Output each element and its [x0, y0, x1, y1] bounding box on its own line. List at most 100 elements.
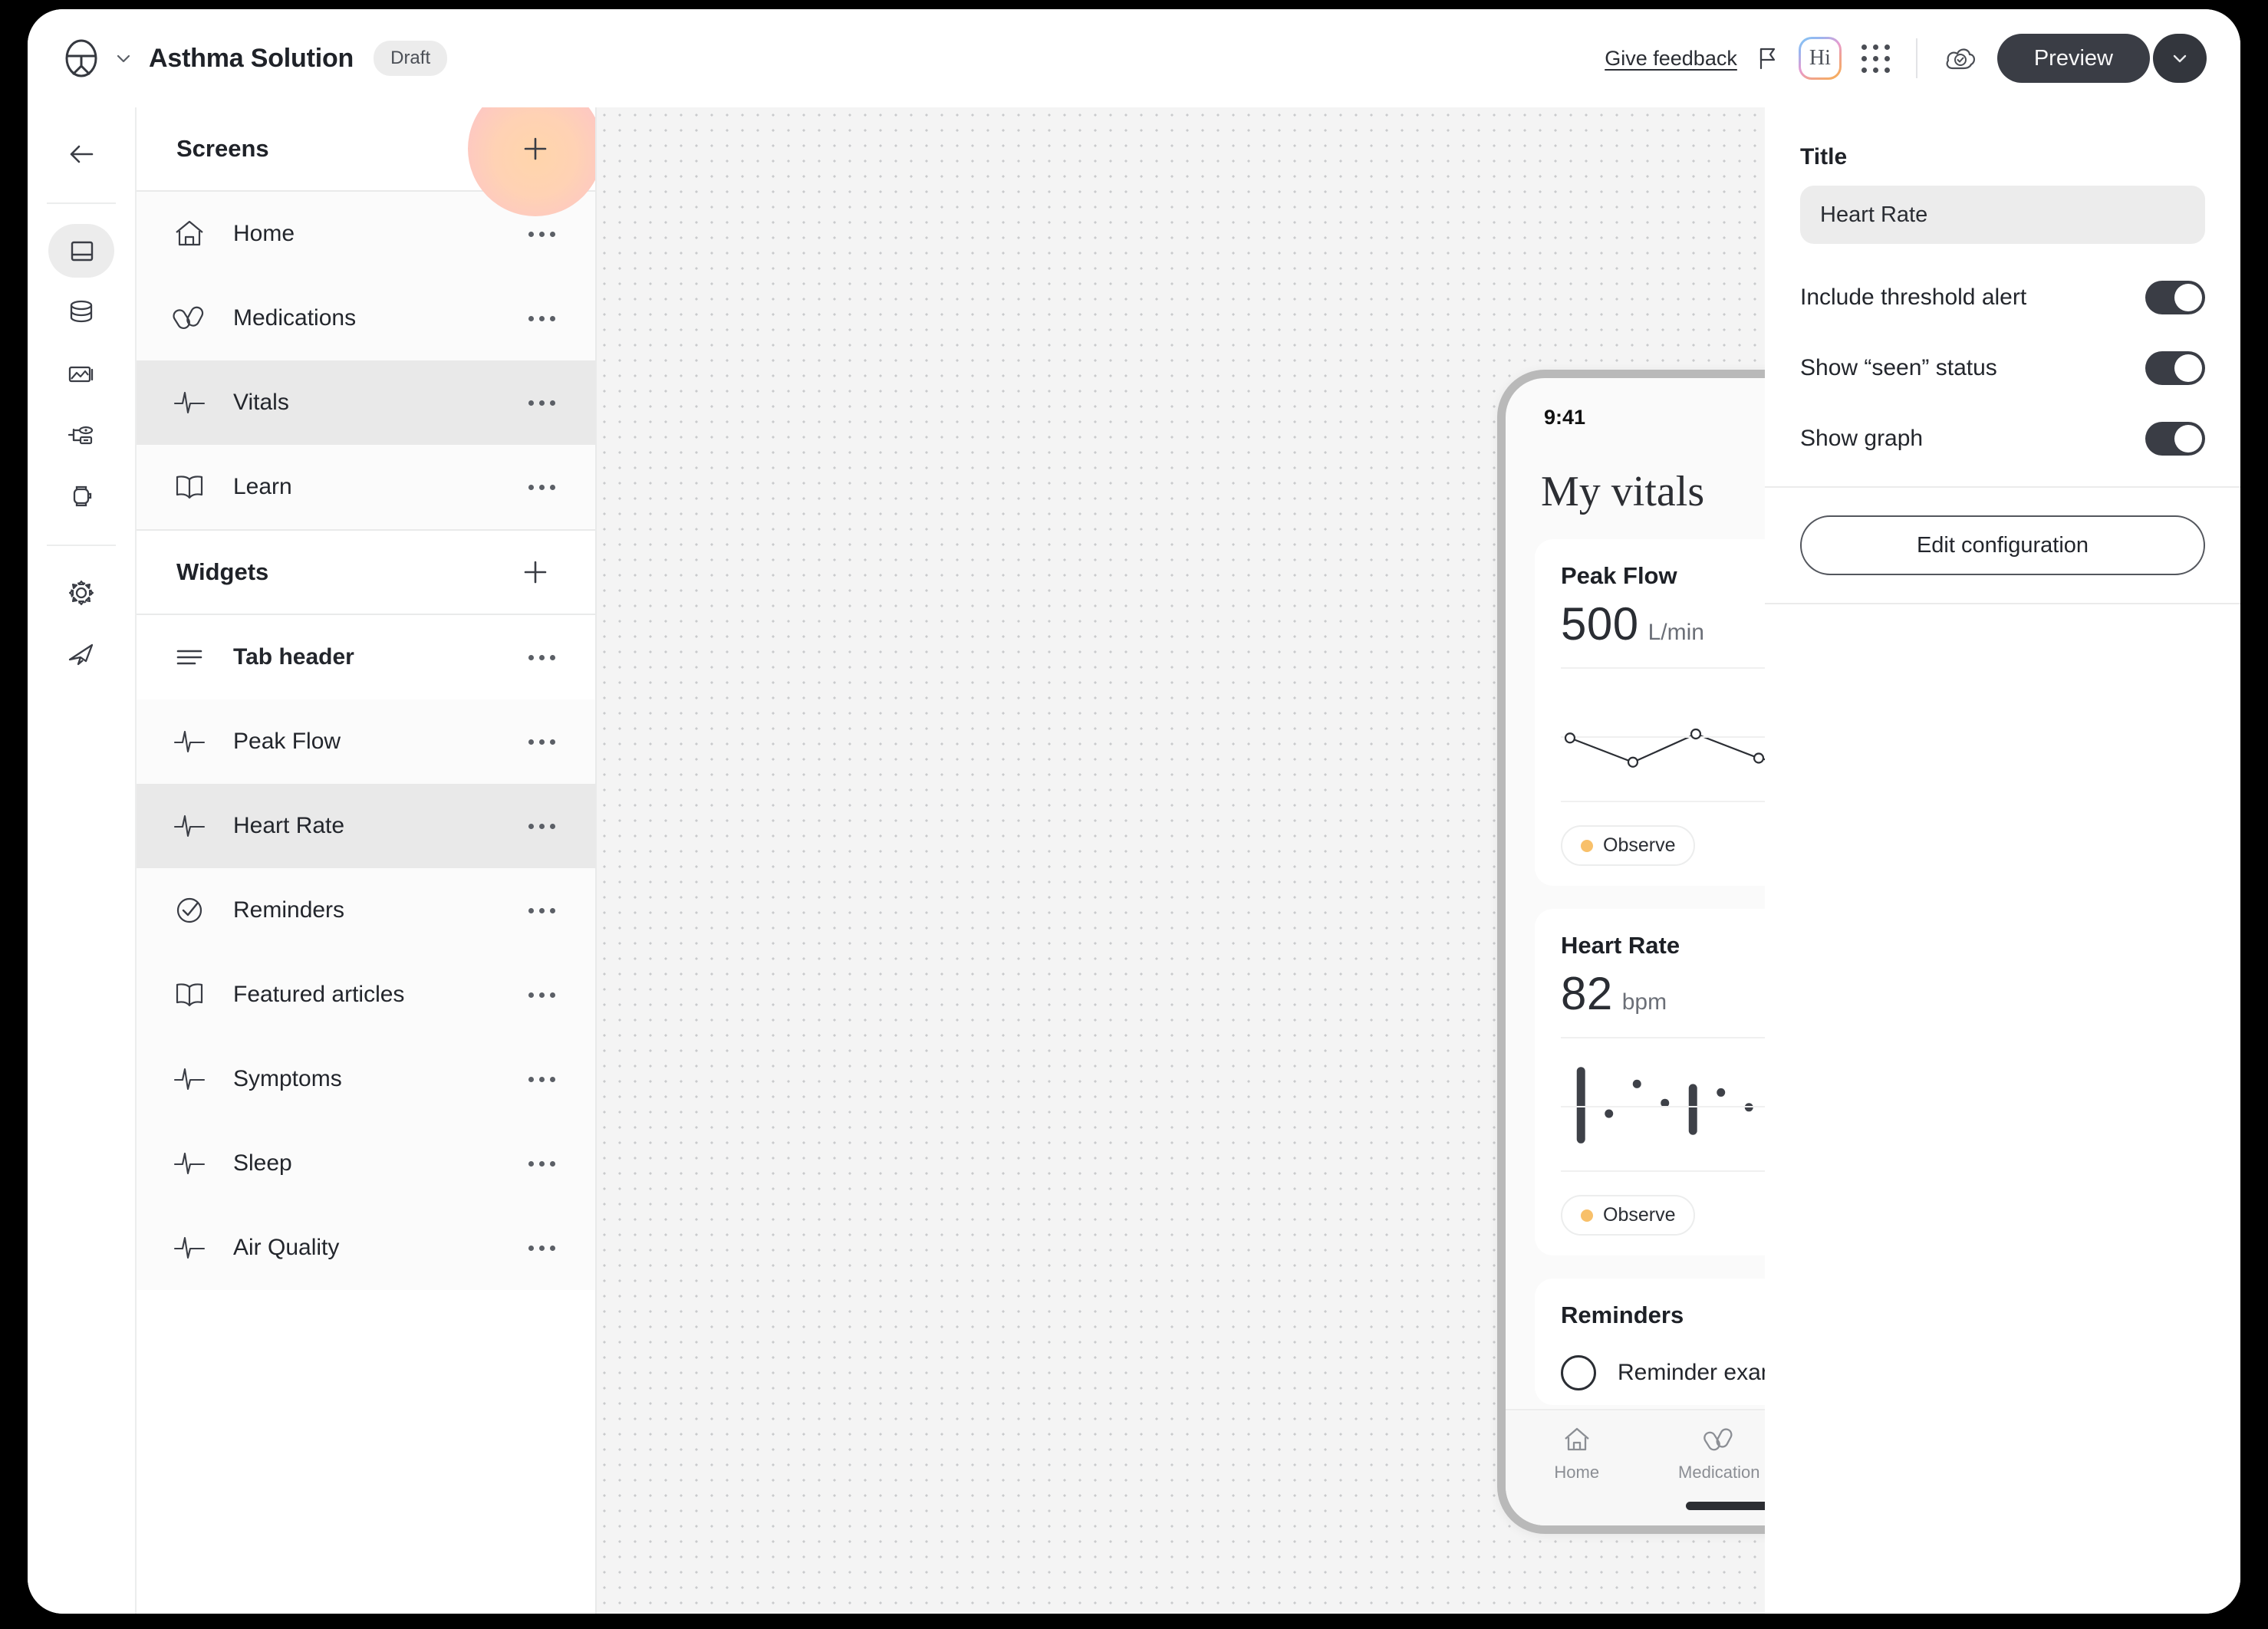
- vital-card-heart-rate[interactable]: Heart Rate 11 Nov, 2024 82 bpm: [1535, 909, 1765, 1255]
- tab-home[interactable]: Home: [1506, 1423, 1648, 1483]
- toggle-row-show-seen-status: Show “seen” status: [1800, 351, 2205, 385]
- app-logo-icon: [65, 39, 97, 77]
- apps-grid-icon[interactable]: [1861, 44, 1890, 73]
- plus-icon: [524, 561, 547, 584]
- widget-item-symptoms[interactable]: Symptoms: [137, 1037, 595, 1121]
- flag-icon[interactable]: [1757, 47, 1779, 70]
- rail-item-database[interactable]: [48, 285, 114, 339]
- rail-item-screens[interactable]: [48, 224, 114, 278]
- more-options-icon[interactable]: [528, 315, 555, 321]
- tab-medication[interactable]: Medication: [1648, 1423, 1766, 1483]
- screen-item-vitals[interactable]: Vitals: [137, 360, 595, 445]
- lines-icon: [176, 650, 202, 665]
- widget-item-label: Sleep: [233, 1150, 292, 1176]
- widget-item-label: Symptoms: [233, 1066, 342, 1091]
- add-widget-button[interactable]: [515, 552, 555, 592]
- screen-item-learn[interactable]: Learn: [137, 445, 595, 529]
- plus-icon: [524, 137, 547, 160]
- reminder-list-item[interactable]: Reminder example Today 12:00: [1561, 1349, 1765, 1397]
- integrations-icon: [67, 426, 94, 445]
- inspector-properties: Title Include threshold alert Show “seen…: [1765, 107, 2240, 486]
- toggle-row-include-threshold-alert: Include threshold alert: [1800, 281, 2205, 314]
- cloud-saved-icon[interactable]: [1944, 43, 1977, 74]
- status-badge: Draft: [374, 41, 448, 76]
- more-options-icon[interactable]: [528, 400, 555, 406]
- give-feedback-link[interactable]: Give feedback: [1605, 47, 1737, 71]
- screen-item-label: Learn: [233, 474, 292, 499]
- phone-preview: 9:41 My vitals Peak Flow 500 L/min Obser…: [1497, 370, 1765, 1534]
- home-indicator: [1686, 1502, 1765, 1510]
- workspace-switcher[interactable]: [61, 38, 132, 78]
- vital-card-peak-flow[interactable]: Peak Flow 11 Nov, 2024 500 L/min: [1535, 539, 1765, 886]
- hi-assistant-label: Hi: [1800, 39, 1839, 77]
- chevron-down-icon: [117, 54, 130, 63]
- media-icon: [68, 366, 94, 383]
- vitals-pulse-icon: [173, 1152, 206, 1175]
- status-badge-observe[interactable]: Observe: [1561, 825, 1696, 866]
- screen-item-label: Home: [233, 221, 295, 246]
- card-title: Peak Flow: [1561, 562, 1677, 589]
- status-time: 9:41: [1544, 405, 1586, 429]
- hi-assistant-button[interactable]: Hi: [1798, 37, 1842, 80]
- toggle-show-graph[interactable]: [2145, 422, 2205, 456]
- widget-item-air-quality[interactable]: Air Quality: [137, 1206, 595, 1290]
- card-unit: L/min: [1648, 620, 1704, 645]
- book-icon: [176, 983, 203, 1007]
- widget-item-reminders[interactable]: Reminders: [137, 868, 595, 953]
- more-options-icon[interactable]: [528, 992, 555, 998]
- preview-dropdown-button[interactable]: [2153, 34, 2207, 83]
- toggle-label: Include threshold alert: [1800, 285, 2027, 310]
- reminder-checkbox[interactable]: [1561, 1355, 1596, 1391]
- more-options-icon[interactable]: [528, 484, 555, 490]
- vitals-pulse-icon: [173, 730, 206, 753]
- rail-item-settings[interactable]: [48, 566, 114, 620]
- settings-gear-icon: [68, 580, 94, 606]
- chevron-down-icon: [2173, 54, 2187, 63]
- edit-configuration-button[interactable]: Edit configuration: [1800, 515, 2205, 575]
- add-screen-button[interactable]: [515, 129, 555, 169]
- phone-scroll-area[interactable]: Peak Flow 11 Nov, 2024 500 L/min: [1506, 539, 1765, 1409]
- widget-item-sleep[interactable]: Sleep: [137, 1121, 595, 1206]
- card-unit: bpm: [1621, 989, 1667, 1015]
- tab-label: Medication: [1678, 1463, 1760, 1482]
- preview-button[interactable]: Preview: [1996, 34, 2150, 83]
- more-options-icon[interactable]: [528, 231, 555, 237]
- more-options-icon[interactable]: [528, 654, 555, 660]
- more-options-icon[interactable]: [528, 907, 555, 913]
- more-options-icon[interactable]: [528, 739, 555, 745]
- widget-item-peak-flow[interactable]: Peak Flow: [137, 699, 595, 784]
- toggle-include-threshold-alert[interactable]: [2145, 281, 2205, 314]
- status-dot-icon: [1581, 1209, 1593, 1222]
- inspector-panel: Title Include threshold alert Show “seen…: [1765, 107, 2240, 1614]
- more-options-icon[interactable]: [528, 1076, 555, 1082]
- rail-item-integrations[interactable]: [48, 408, 114, 462]
- toggle-label: Show “seen” status: [1800, 355, 1997, 380]
- widget-item-featured-articles[interactable]: Featured articles: [137, 953, 595, 1037]
- design-canvas[interactable]: 9:41 My vitals Peak Flow 500 L/min Obser…: [597, 107, 1765, 1614]
- rail-item-publish[interactable]: [48, 627, 114, 681]
- screen-item-medications[interactable]: Medications: [137, 276, 595, 360]
- vitals-pulse-icon: [173, 814, 206, 838]
- title-field-label: Title: [1800, 144, 1848, 169]
- peak-flow-line-chart: [1561, 663, 1765, 808]
- title-input[interactable]: [1800, 186, 2205, 244]
- more-options-icon[interactable]: [528, 1160, 555, 1167]
- vitals-pulse-icon: [173, 1068, 206, 1091]
- widget-item-tab-header[interactable]: Tab header: [137, 615, 595, 699]
- rail-item-media[interactable]: [48, 347, 114, 400]
- more-options-icon[interactable]: [528, 1245, 555, 1251]
- line-markers: [1564, 728, 1765, 768]
- rail-divider: [47, 202, 116, 204]
- screen-item-label: Vitals: [233, 390, 289, 415]
- reminders-card[interactable]: Reminders Show all Reminder example Toda…: [1535, 1279, 1765, 1405]
- more-options-icon[interactable]: [528, 823, 555, 829]
- toggle-show-seen-status[interactable]: [2145, 351, 2205, 385]
- widget-item-label: Peak Flow: [233, 729, 341, 754]
- screen-item-label: Medications: [233, 305, 357, 331]
- back-button[interactable]: [48, 127, 114, 181]
- status-badge-observe[interactable]: Observe: [1561, 1195, 1696, 1236]
- widget-item-heart-rate[interactable]: Heart Rate: [137, 784, 595, 868]
- rail-item-wearable[interactable]: [48, 469, 114, 523]
- phone-screen-heading: My vitals: [1541, 468, 1705, 515]
- pills-icon: [1703, 1428, 1733, 1451]
